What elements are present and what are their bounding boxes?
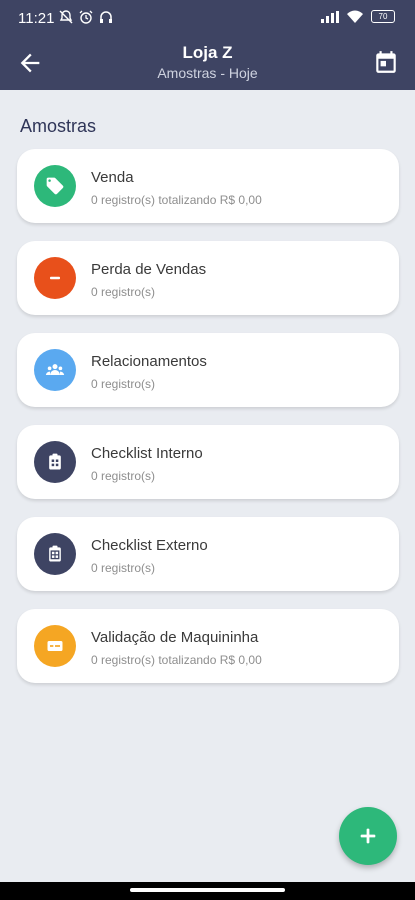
card-checklist-interno-icon-bg [34, 441, 76, 483]
status-time: 11:21 [18, 10, 55, 27]
add-button[interactable] [339, 807, 397, 865]
wifi-icon [347, 10, 363, 23]
alarm-icon [79, 10, 93, 24]
card-validacao-de-maquininha[interactable]: Validação de Maquininha 0 registro(s) to… [17, 609, 399, 683]
clipboard-list-icon [49, 453, 61, 470]
card-title: Relacionamentos [91, 353, 207, 370]
card-perda-de-vendas[interactable]: Perda de Vendas 0 registro(s) [17, 241, 399, 315]
card-title: Venda [91, 169, 134, 186]
signal-icon [321, 10, 339, 23]
system-nav-bar [0, 882, 415, 900]
card-subtitle: 0 registro(s) totalizando R$ 0,00 [91, 653, 262, 667]
card-validacao-icon-bg [34, 625, 76, 667]
card-title: Checklist Interno [91, 445, 203, 462]
page-subtitle: Amostras - Hoje [157, 65, 258, 81]
battery-icon: 70 [371, 10, 395, 23]
card-subtitle: 0 registro(s) [91, 561, 156, 575]
card-subtitle: 0 registro(s) [91, 469, 156, 483]
app-bar: Loja Z Amostras - Hoje [0, 36, 415, 90]
calendar-icon[interactable] [373, 49, 399, 75]
card-venda[interactable]: Venda 0 registro(s) totalizando R$ 0,00 [17, 149, 399, 223]
page-title: Loja Z [182, 43, 233, 62]
card-checklist-externo-icon-bg [34, 533, 76, 575]
card-venda-icon-bg [34, 165, 76, 207]
card-subtitle: 0 registro(s) totalizando R$ 0,00 [91, 193, 262, 207]
card-relacionamentos[interactable]: Relacionamentos 0 registro(s) [17, 333, 399, 407]
card-title: Checklist Externo [91, 537, 208, 554]
card-title: Perda de Vendas [91, 261, 207, 278]
card-subtitle: 0 registro(s) [91, 285, 156, 299]
card-title: Validação de Maquininha [91, 629, 259, 646]
card-relacionamentos-icon-bg [34, 349, 76, 391]
sample-list: Venda 0 registro(s) totalizando R$ 0,00 … [17, 149, 399, 701]
headphones-icon [100, 11, 112, 23]
card-checklist-interno[interactable]: Checklist Interno 0 registro(s) [17, 425, 399, 499]
plus-icon [360, 828, 376, 844]
home-indicator[interactable] [130, 888, 285, 892]
clipboard-grid-icon [49, 545, 61, 562]
minus-icon [50, 276, 60, 280]
card-checklist-externo[interactable]: Checklist Externo 0 registro(s) [17, 517, 399, 591]
card-perda-icon-bg [34, 257, 76, 299]
tag-icon [46, 177, 64, 195]
people-icon [45, 364, 65, 375]
notification-off-icon [59, 10, 73, 24]
card-icon [47, 641, 63, 651]
card-subtitle: 0 registro(s) [91, 377, 156, 391]
section-title: Amostras [20, 116, 97, 136]
status-bar: 11:21 70 [0, 0, 415, 36]
